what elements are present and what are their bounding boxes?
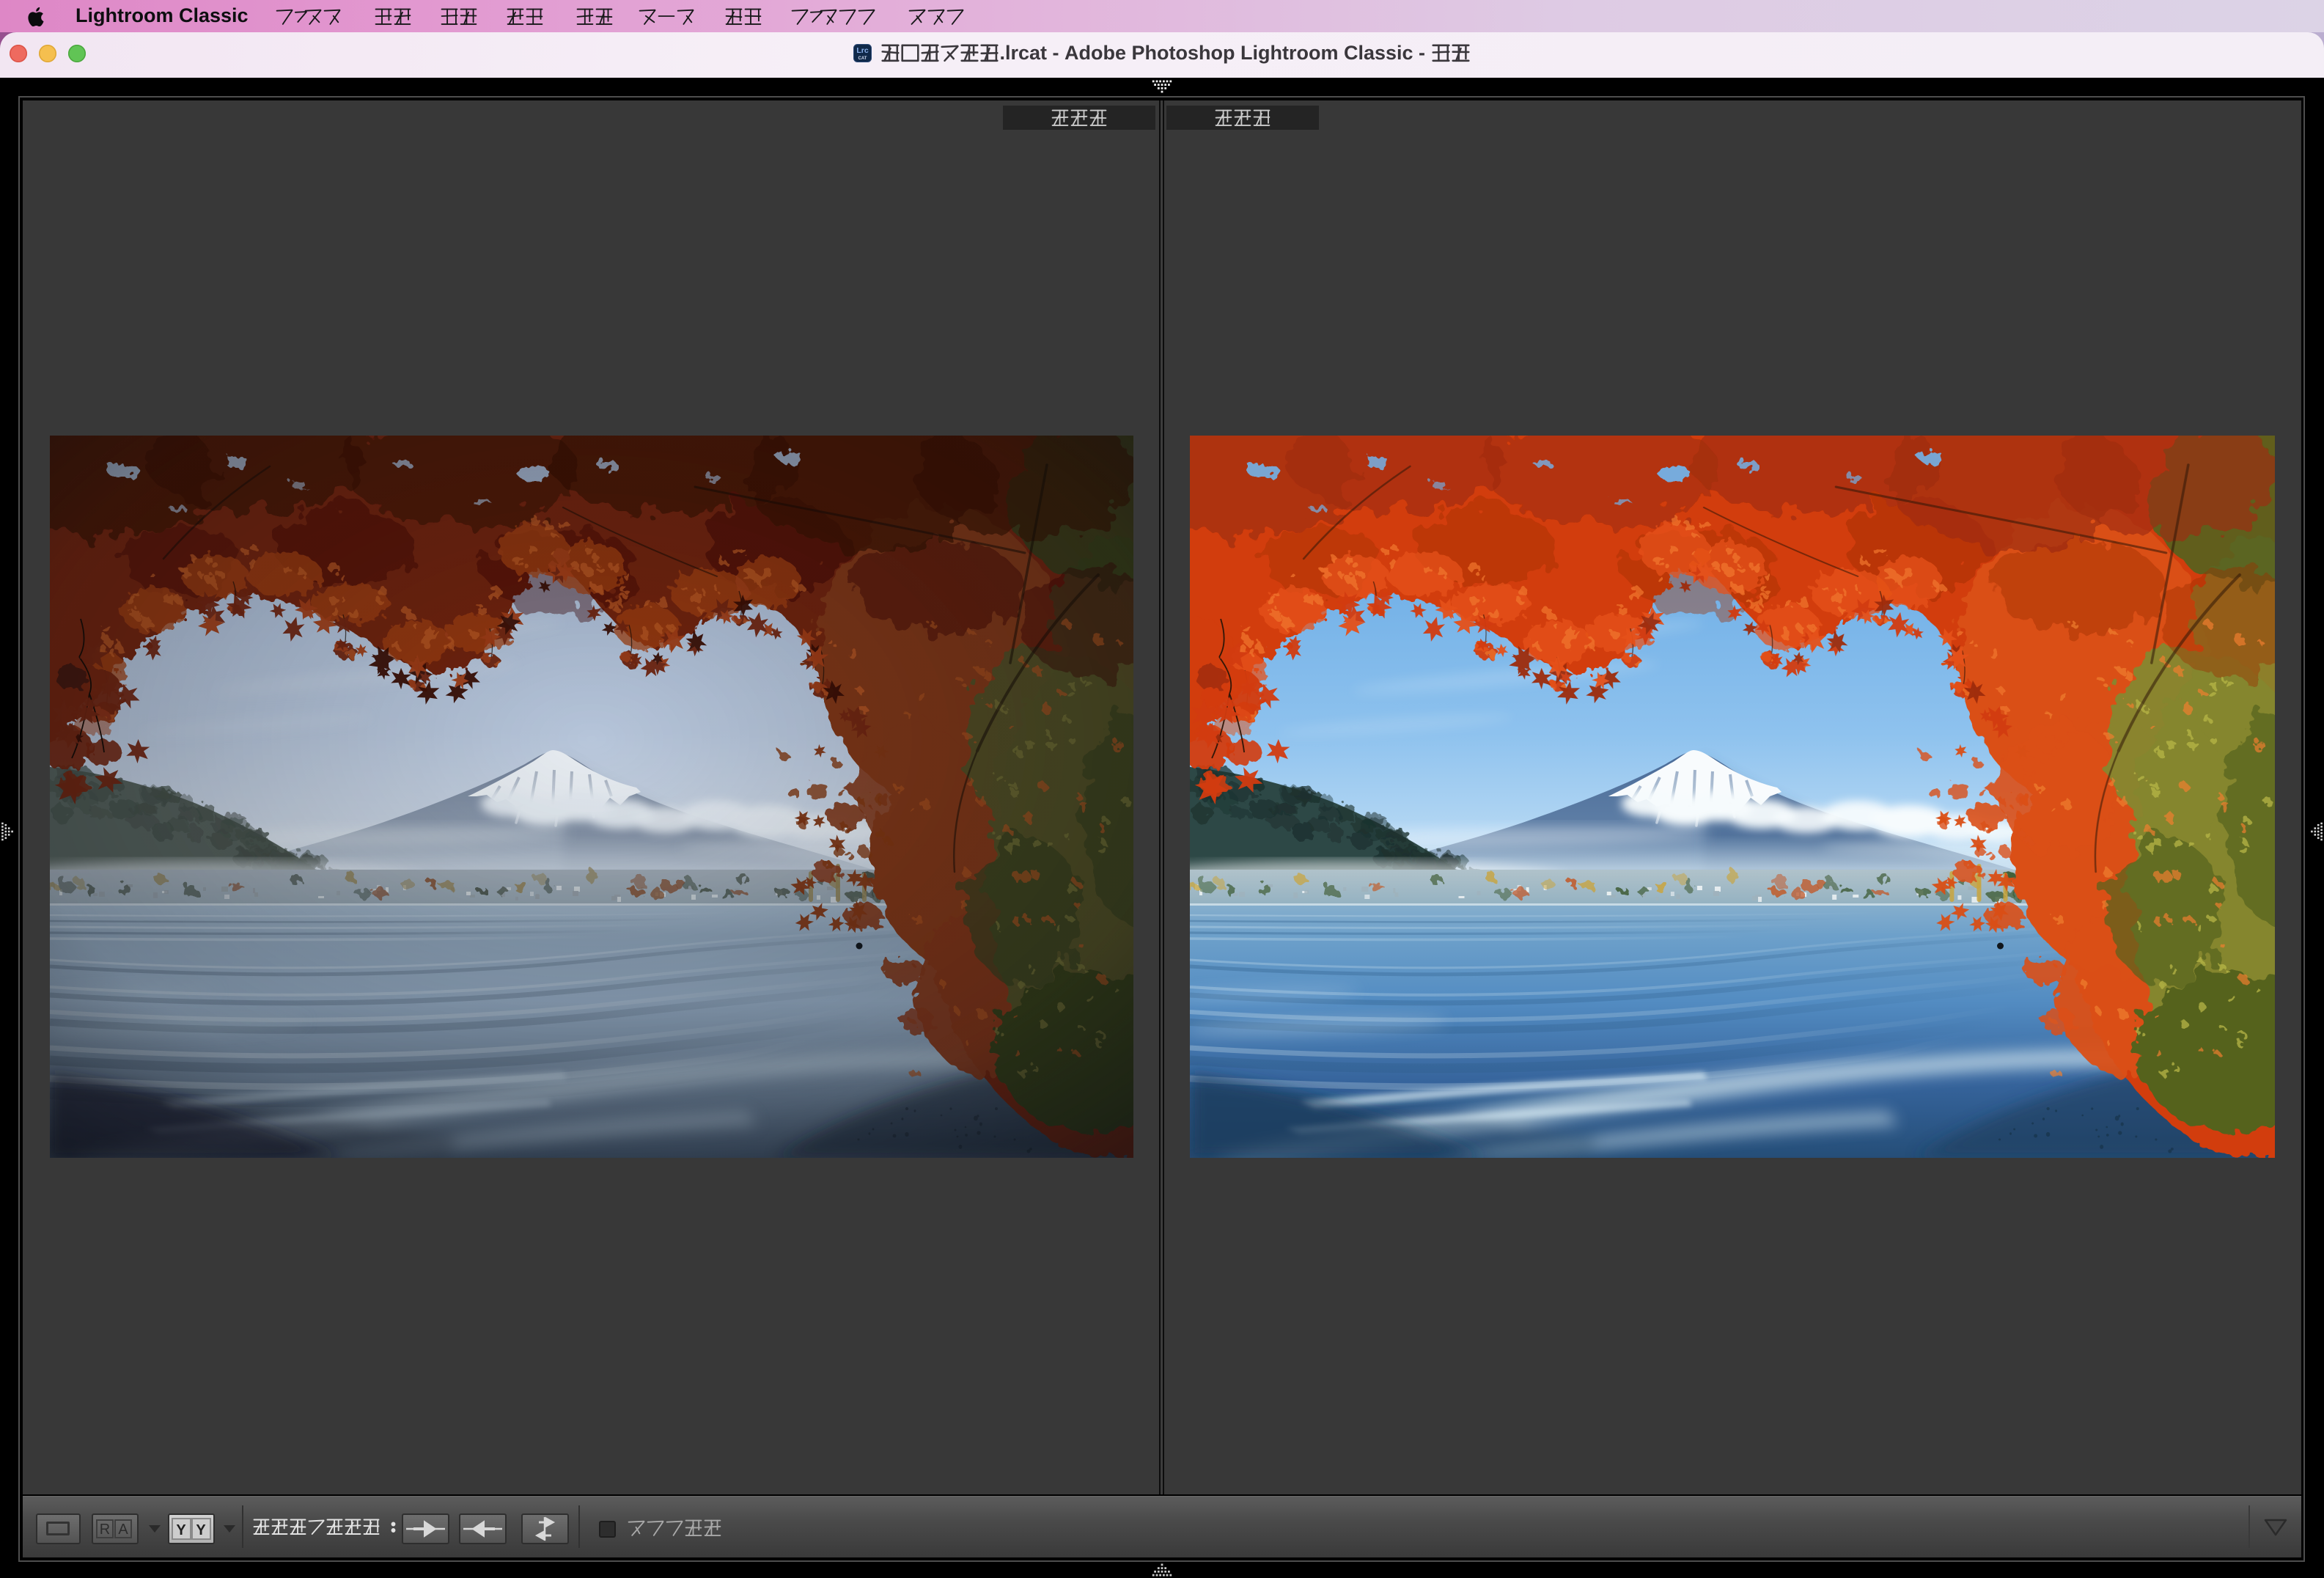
svg-text:Y: Y xyxy=(196,1522,206,1538)
svg-text:Y: Y xyxy=(176,1522,186,1538)
svg-text:CAT: CAT xyxy=(858,56,867,61)
svg-text:R: R xyxy=(100,1522,110,1538)
svg-text:Lrc: Lrc xyxy=(857,46,869,55)
svg-text:A: A xyxy=(118,1522,128,1538)
